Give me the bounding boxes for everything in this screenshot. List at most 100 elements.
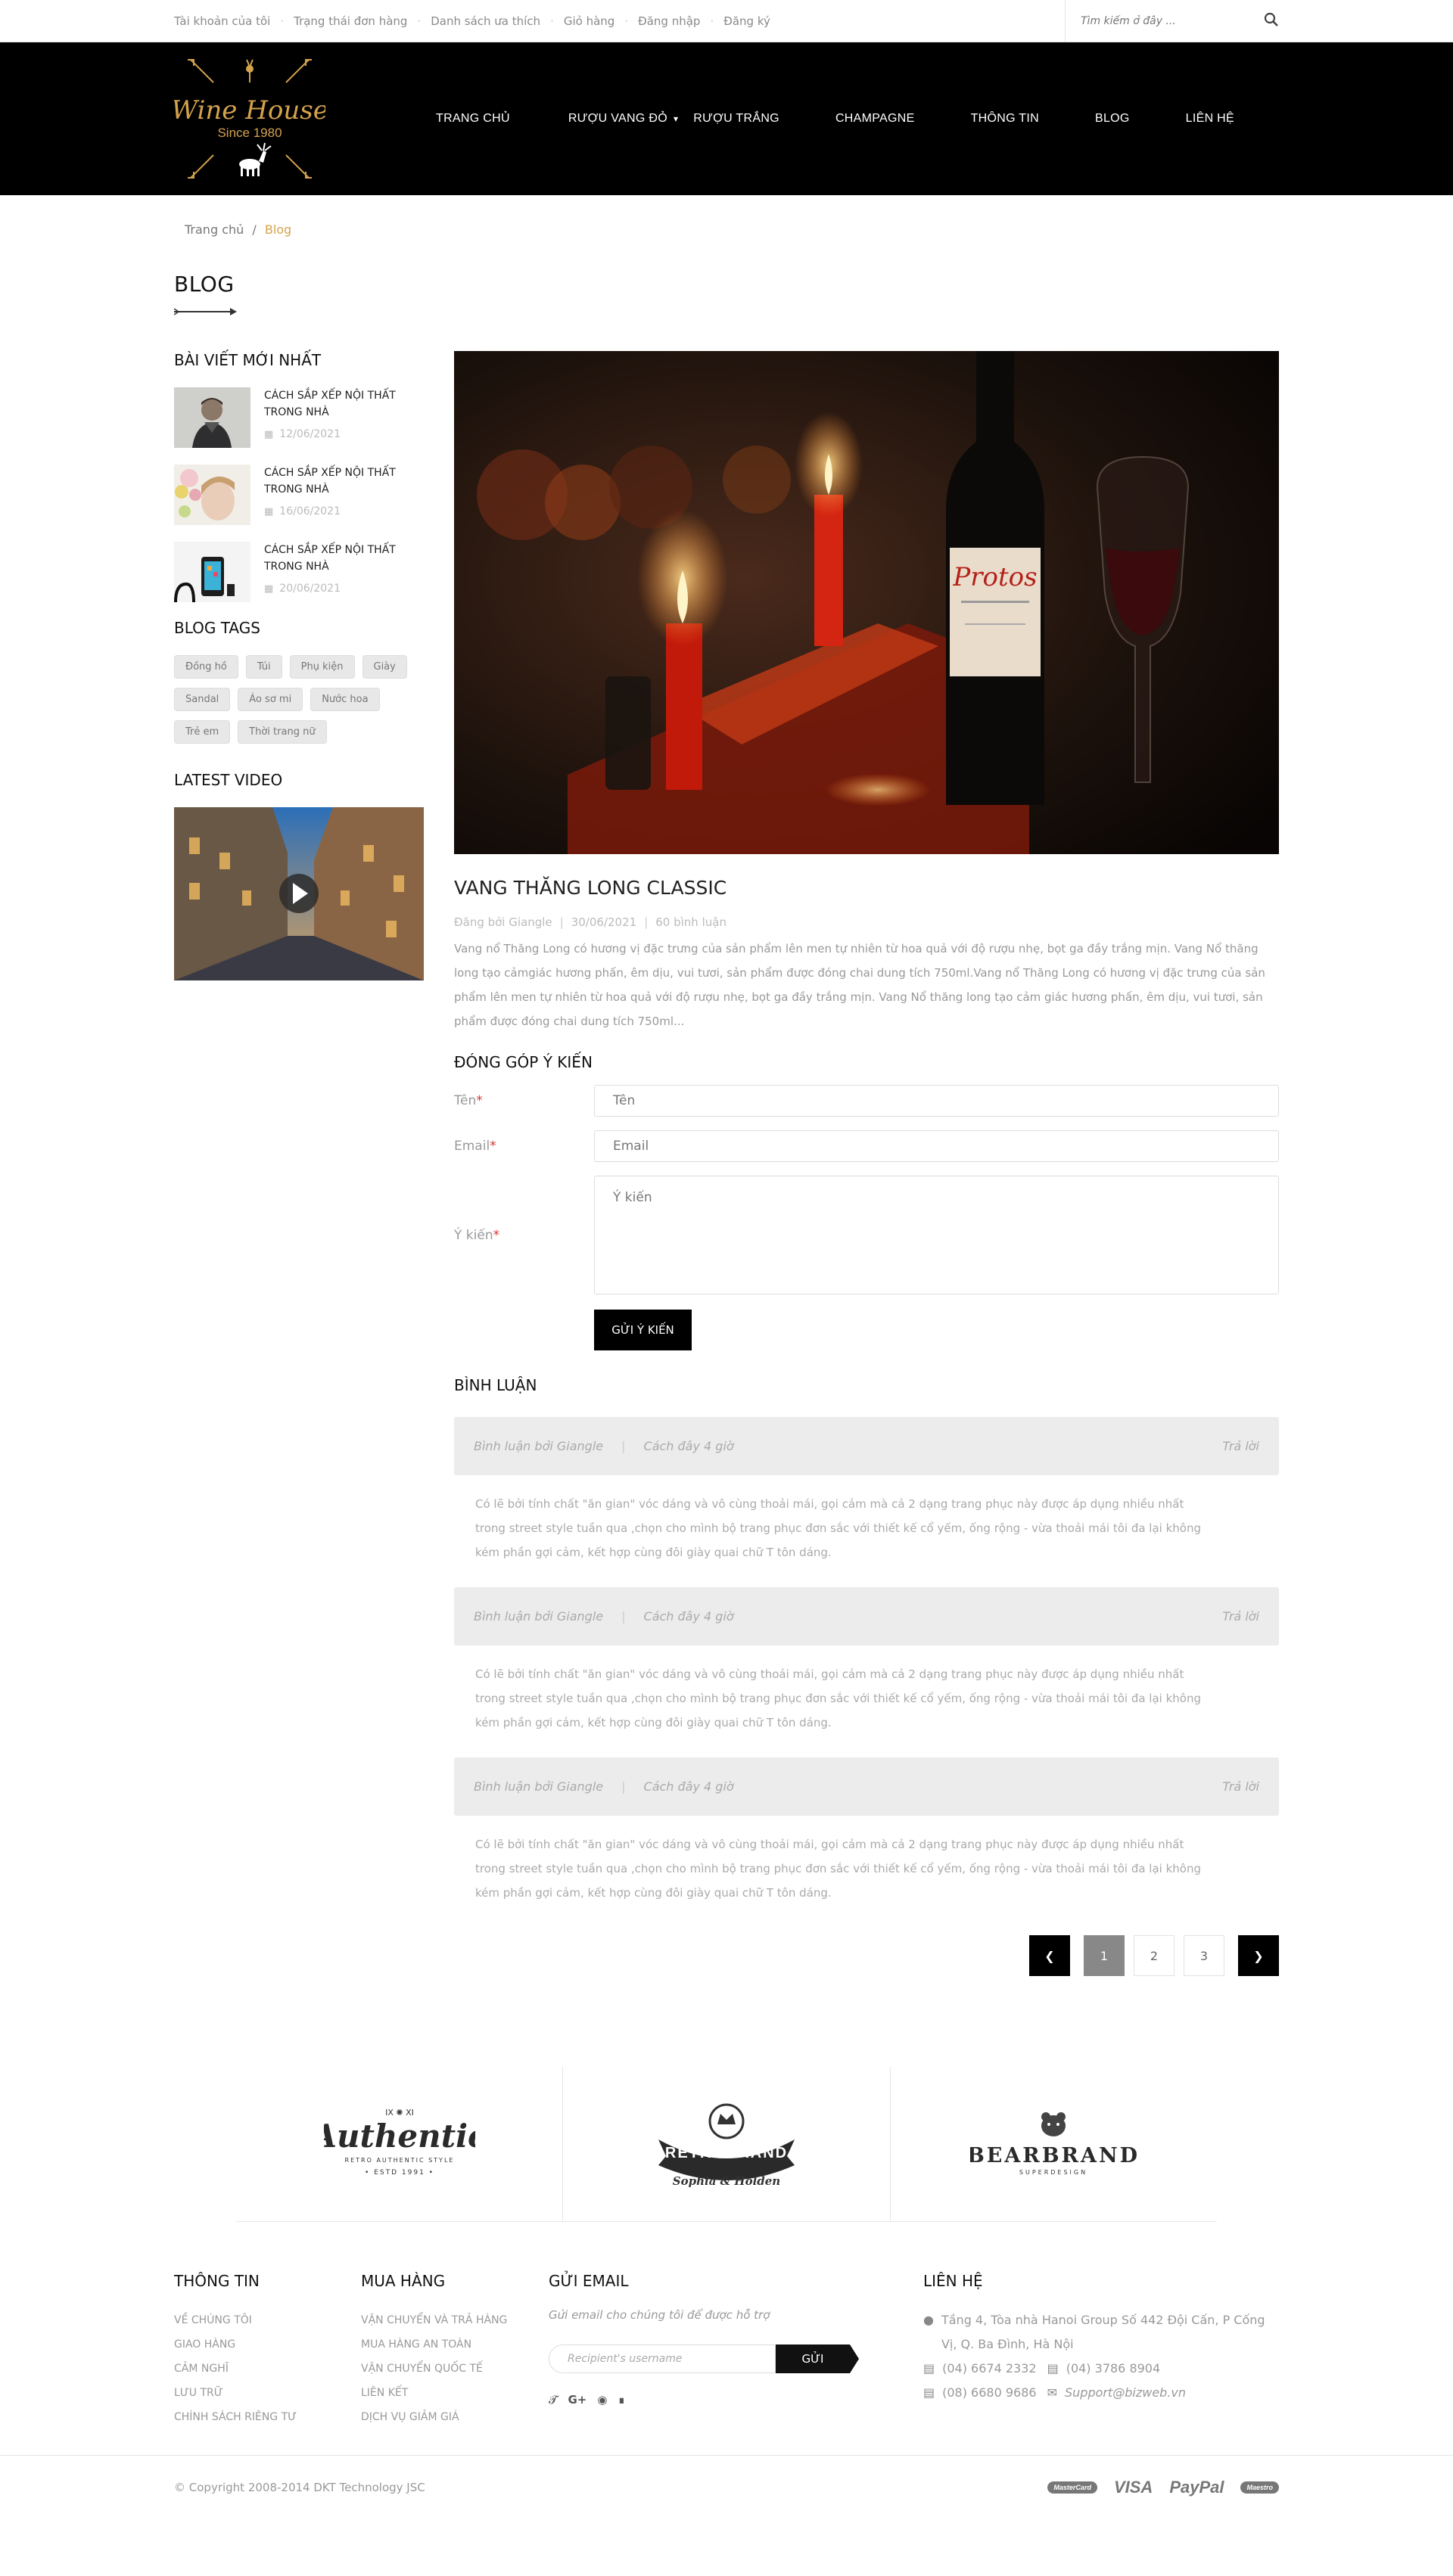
tag[interactable]: Trẻ em <box>174 720 231 744</box>
svg-text:Since 1980: Since 1980 <box>217 126 282 140</box>
footer-email[interactable]: Support@bizweb.vn <box>1065 2381 1186 2405</box>
tag[interactable]: Đồng hồ <box>174 655 238 679</box>
nav-white-wine[interactable]: RƯỢU TRẮNG <box>693 112 779 126</box>
calendar-icon: ▦ <box>264 505 274 517</box>
comment: Bình luận bởi Giangle | Cách đây 4 giờ Trả… <box>454 1757 1279 1905</box>
page-title: BLOG <box>174 272 235 297</box>
footer-address: Tầng 4, Tòa nhà Hanoi Group Số 442 Đội C… <box>941 2313 1265 2351</box>
main-header: Wine House Since 1980 TRANG CHỦ RƯỢU VAN… <box>0 42 1453 195</box>
footer-shop-title: MUA HÀNG <box>361 2272 446 2290</box>
search-icon[interactable] <box>1264 12 1279 30</box>
footer-shop: MUA HÀNG Vận chuyển và trả hàng Mua hàng… <box>361 2272 549 2429</box>
breadcrumb-home[interactable]: Trang chủ <box>185 222 244 237</box>
latest-post[interactable]: CÁCH SẮP XẾP NỘI THẤT TRONG NHÀ ▦ 20/06/2… <box>174 542 424 602</box>
nav-contact[interactable]: LIÊN HỆ <box>1186 112 1234 126</box>
article: Protos VANG THĂNG LONG CLASSIC Đăng bởi … <box>454 351 1279 1976</box>
footer-info-title: THÔNG TIN <box>174 2272 260 2290</box>
footer-bottom: © Copyright 2008-2014 DKT Technology JSC… <box>0 2455 1453 2519</box>
rss-icon[interactable]: ∎ <box>618 2393 625 2407</box>
newsletter-send-button[interactable]: GỬI <box>776 2345 859 2373</box>
post-title[interactable]: CÁCH SẮP XẾP NỘI THẤT TRONG NHÀ <box>264 387 408 421</box>
post-title[interactable]: CÁCH SẮP XẾP NỘI THẤT TRONG NHÀ <box>264 465 408 498</box>
footer-link[interactable]: Về chúng tôi <box>174 2308 361 2332</box>
article-author: Đăng bởi Giangle <box>454 915 552 929</box>
reply-link[interactable]: Trả lời <box>1222 1779 1259 1794</box>
tag[interactable]: Áo sơ mi <box>238 688 303 711</box>
chevron-right-icon: ❯ <box>1253 1948 1264 1963</box>
nav-home[interactable]: TRANG CHỦ <box>436 112 510 126</box>
page-button[interactable]: 3 <box>1184 1935 1224 1976</box>
reply-link[interactable]: Trả lời <box>1222 1609 1259 1624</box>
message-field[interactable]: Ý kiến <box>594 1176 1279 1294</box>
cart-link[interactable]: Giỏ hàng <box>564 14 614 28</box>
nav-red-wine[interactable]: RƯỢU VANG ĐỎ ▾ <box>568 112 678 126</box>
reply-link[interactable]: Trả lời <box>1222 1439 1259 1453</box>
fax-icon: ▤ <box>923 2385 935 2400</box>
page-button[interactable]: 1 <box>1084 1935 1125 1976</box>
article-comments-count[interactable]: 60 bình luận <box>655 915 726 929</box>
prev-page-button[interactable]: ❮ <box>1029 1935 1070 1976</box>
footer-link[interactable]: Lưu trữ <box>174 2381 361 2405</box>
nav-blog[interactable]: BLOG <box>1095 112 1130 126</box>
brand-bearbrand[interactable]: BEARBRAND SUPERDESIGN <box>891 2067 1217 2221</box>
footer-link[interactable]: Chính sách riêng tư <box>174 2405 361 2429</box>
post-date: 16/06/2021 <box>279 505 341 517</box>
svg-text:RETRO AUTHENTIC STYLE: RETRO AUTHENTIC STYLE <box>344 2157 454 2164</box>
post-thumbnail[interactable] <box>174 465 250 525</box>
footer-link[interactable]: Dịch vụ giảm giá <box>361 2405 549 2429</box>
tag[interactable]: Thời trang nữ <box>238 720 327 744</box>
brand-retrobrand[interactable]: RETROBRAND Sophia & Holden <box>563 2067 891 2221</box>
comment-text: Có lẽ bởi tính chất "ăn gian" vóc dáng v… <box>475 1667 1201 1729</box>
footer-link[interactable]: Liên kết <box>361 2381 549 2405</box>
video-player[interactable] <box>174 807 424 980</box>
page-button[interactable]: 2 <box>1134 1935 1175 1976</box>
latest-post[interactable]: CÁCH SẮP XẾP NỘI THẤT TRONG NHÀ ▦ 12/06/2… <box>174 387 424 448</box>
email-label: Email* <box>454 1139 496 1154</box>
feedback-form: Tên* Tên Email* Email Ý kiến* Ý kiến GỬI… <box>454 1085 1279 1350</box>
wishlist-link[interactable]: Danh sách ưa thích <box>431 14 540 28</box>
tag[interactable]: Phụ kiện <box>289 655 355 679</box>
chevron-left-icon: ❮ <box>1044 1948 1055 1963</box>
name-field[interactable]: Tên <box>594 1085 1279 1117</box>
svg-text:BEARBRAND: BEARBRAND <box>970 2144 1137 2167</box>
calendar-icon: ▦ <box>264 583 274 595</box>
brand-authentic[interactable]: IX ✺ XI Authentic RETRO AUTHENTIC STYLE … <box>236 2067 564 2221</box>
newsletter-email-input[interactable]: Recipient's username <box>549 2345 776 2373</box>
footer-columns: THÔNG TIN Về chúng tôi Giao hàng Cảm ngh… <box>174 2272 1279 2429</box>
svg-text:Authentic: Authentic <box>324 2118 475 2155</box>
tag[interactable]: Sandal <box>174 688 231 711</box>
comment-author: Bình luận bởi Giangle <box>474 1779 604 1794</box>
dribbble-icon[interactable]: ◉ <box>597 2393 607 2407</box>
nav-champagne[interactable]: CHAMPAGNE <box>835 112 915 126</box>
email-field[interactable]: Email <box>594 1130 1279 1162</box>
footer-link[interactable]: Giao hàng <box>174 2332 361 2357</box>
search-input[interactable] <box>1081 15 1247 27</box>
post-thumbnail[interactable] <box>174 542 250 602</box>
footer-link[interactable]: Cảm nghĩ <box>174 2357 361 2381</box>
tag[interactable]: Túi <box>245 655 282 679</box>
fax-icon: ▤ <box>1047 2361 1059 2376</box>
footer-mail-desc: Gửi email cho chúng tôi để được hỗ trợ <box>549 2308 770 2322</box>
google-plus-icon[interactable]: G+ <box>568 2393 587 2407</box>
post-title[interactable]: CÁCH SẮP XẾP NỘI THẤT TRONG NHÀ <box>264 542 408 575</box>
submit-feedback-button[interactable]: GỬI Ý KIẾN <box>594 1310 692 1350</box>
login-link[interactable]: Đăng nhập <box>638 14 700 28</box>
order-status-link[interactable]: Trạng thái đơn hàng <box>294 14 407 28</box>
footer-link[interactable]: Vận chuyển và trả hàng <box>361 2308 549 2332</box>
nav-info[interactable]: THÔNG TIN <box>971 112 1039 126</box>
newsletter-form: Recipient's username GỬI <box>549 2345 923 2373</box>
map-marker-icon: ● <box>923 2313 934 2327</box>
tag[interactable]: Nước hoa <box>310 688 380 711</box>
footer-link[interactable]: Vận chuyển quốc tế <box>361 2357 549 2381</box>
svg-text:Protos: Protos <box>952 562 1037 592</box>
footer-link[interactable]: Mua hàng an toàn <box>361 2332 549 2357</box>
paypal-logo: PayPal <box>1169 2478 1224 2497</box>
latest-post[interactable]: CÁCH SẮP XẾP NỘI THẤT TRONG NHÀ ▦ 16/06/2… <box>174 465 424 525</box>
tag[interactable]: Giày <box>362 655 407 679</box>
post-thumbnail[interactable] <box>174 387 250 448</box>
register-link[interactable]: Đăng ký <box>723 14 770 28</box>
site-logo[interactable]: Wine House Since 1980 <box>171 52 328 185</box>
twitter-icon[interactable]: 𝓣 <box>549 2393 558 2407</box>
my-account-link[interactable]: Tài khoản của tôi <box>174 14 270 28</box>
next-page-button[interactable]: ❯ <box>1238 1935 1279 1976</box>
